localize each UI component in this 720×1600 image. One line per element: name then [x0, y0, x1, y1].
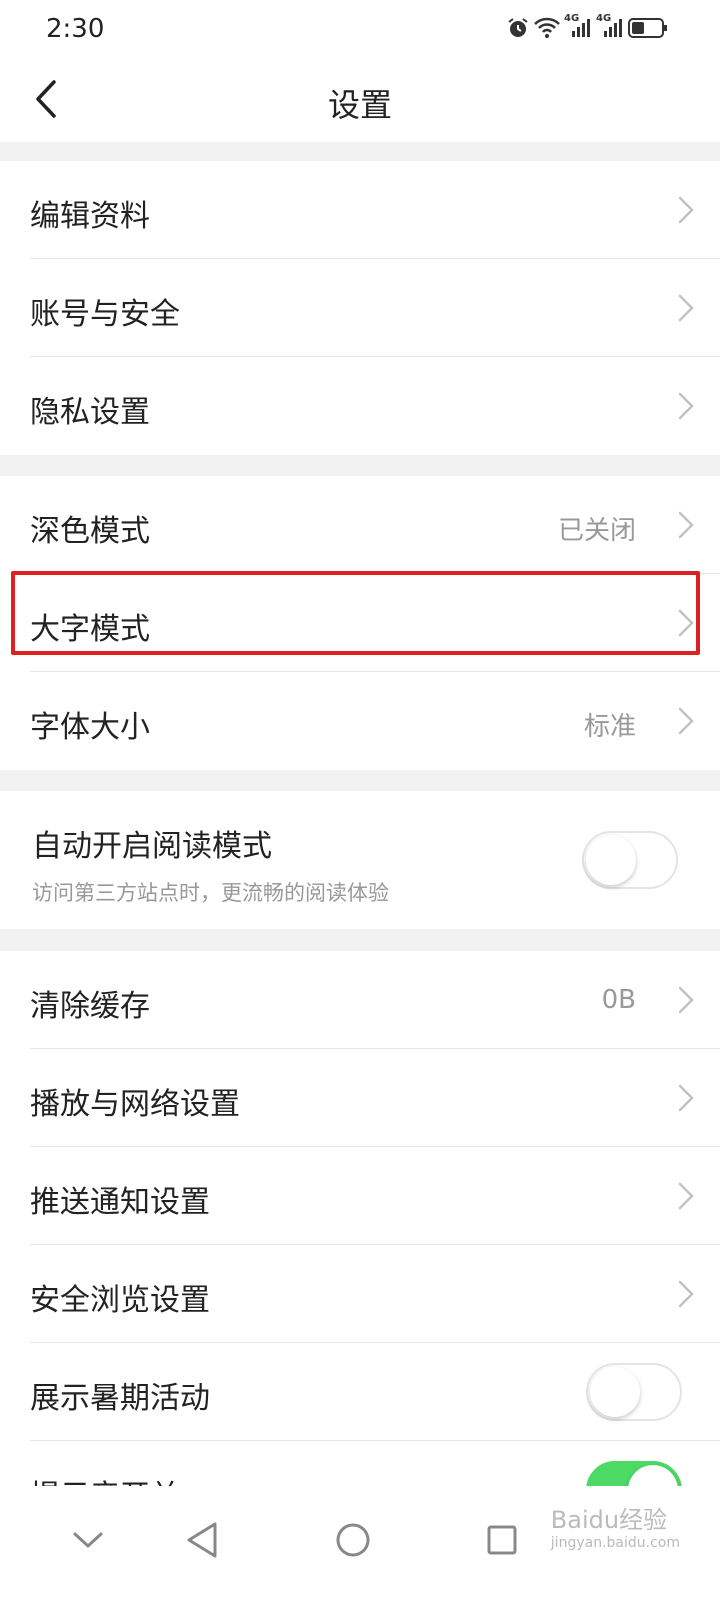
signal-icon-2: 4G: [596, 13, 624, 39]
row-value: 已关闭: [557, 516, 636, 546]
settings-row-playback-network[interactable]: 播放与网络设置: [0, 1049, 720, 1147]
network-type-label: 4G: [596, 13, 612, 24]
chevron-right-icon: [678, 1084, 694, 1112]
chevron-down-icon: [73, 1532, 103, 1548]
toggle-knob: [628, 1465, 678, 1486]
settings-group-reading: 自动开启阅读模式 访问第三方站点时，更流畅的阅读体验: [0, 791, 720, 929]
chevron-right-icon: [678, 1280, 694, 1308]
row-label: 编辑资料: [30, 199, 150, 234]
chevron-right-icon: [678, 196, 694, 224]
battery-icon: [628, 17, 668, 39]
status-icons: 4G 4G: [506, 13, 668, 40]
nav-back-button[interactable]: [172, 1510, 232, 1570]
settings-row-push-notifications[interactable]: 推送通知设置: [0, 1147, 720, 1245]
settings-group-general: 清除缓存 0B 播放与网络设置 推送通知设置 安全浏览设置 展示暑期活动 提示音…: [0, 951, 720, 1486]
recents-square-icon: [487, 1525, 517, 1555]
wifi-icon: [534, 17, 560, 39]
nav-recents-button[interactable]: [472, 1510, 532, 1570]
chevron-right-icon: [678, 511, 694, 539]
settings-row-edit-profile[interactable]: 编辑资料: [0, 161, 720, 259]
settings-row-dark-mode[interactable]: 深色模式 已关闭: [0, 476, 720, 574]
auto-reading-toggle[interactable]: [582, 831, 678, 889]
settings-row-clear-cache[interactable]: 清除缓存 0B: [0, 951, 720, 1049]
row-label: 推送通知设置: [30, 1185, 210, 1220]
row-label: 深色模式: [30, 514, 150, 549]
signal-icon-1: 4G: [564, 13, 592, 39]
settings-group-account: 编辑资料 账号与安全 隐私设置: [0, 161, 720, 455]
settings-row-sound-switch: 提示音开关: [0, 1441, 720, 1486]
nav-home-button[interactable]: [323, 1510, 383, 1570]
row-label: 隐私设置: [30, 395, 150, 430]
home-circle-icon: [336, 1523, 370, 1557]
settings-row-summer-event: 展示暑期活动: [0, 1343, 720, 1441]
settings-row-account-security[interactable]: 账号与安全: [0, 259, 720, 357]
row-label: 自动开启阅读模式: [32, 829, 272, 864]
back-triangle-icon: [187, 1522, 217, 1558]
row-label: 提示音开关: [30, 1471, 180, 1486]
baidu-watermark: Baidu经验 jingyan.baidu.com: [551, 1500, 680, 1551]
row-label: 展示暑期活动: [30, 1381, 210, 1416]
row-label: 清除缓存: [30, 989, 150, 1024]
highlight-box: [11, 571, 700, 655]
status-bar: 2:30 4G 4G: [0, 0, 720, 62]
row-label: 账号与安全: [30, 297, 180, 332]
chevron-right-icon: [678, 294, 694, 322]
settings-row-font-size[interactable]: 字体大小 标准: [0, 672, 720, 770]
row-subtitle: 访问第三方站点时，更流畅的阅读体验: [32, 881, 389, 905]
row-label: 播放与网络设置: [30, 1087, 240, 1122]
watermark-brand: Baidu经验: [550, 1506, 668, 1534]
row-label: 字体大小: [30, 710, 150, 745]
settings-row-privacy[interactable]: 隐私设置: [0, 357, 720, 455]
nav-collapse-button[interactable]: [58, 1510, 118, 1570]
chevron-right-icon: [678, 1182, 694, 1210]
chevron-right-icon: [678, 392, 694, 420]
watermark-url: jingyan.baidu.com: [550, 1535, 680, 1551]
title-bar: 设置: [0, 62, 720, 142]
toggle-knob: [590, 1367, 640, 1417]
row-value: 0B: [601, 985, 636, 1015]
summer-event-toggle[interactable]: [586, 1363, 682, 1421]
page-title: 设置: [327, 86, 392, 124]
sound-switch-toggle[interactable]: [586, 1461, 682, 1486]
chevron-right-icon: [678, 986, 694, 1014]
chevron-right-icon: [678, 707, 694, 735]
toggle-knob: [586, 835, 636, 885]
row-label: 安全浏览设置: [30, 1283, 210, 1318]
settings-row-auto-reading-mode: 自动开启阅读模式 访问第三方站点时，更流畅的阅读体验: [0, 791, 720, 929]
settings-row-safe-browsing[interactable]: 安全浏览设置: [0, 1245, 720, 1343]
status-time: 2:30: [46, 14, 105, 44]
network-type-label: 4G: [564, 13, 580, 24]
alarm-icon: [506, 16, 530, 40]
row-value: 标准: [583, 712, 636, 742]
